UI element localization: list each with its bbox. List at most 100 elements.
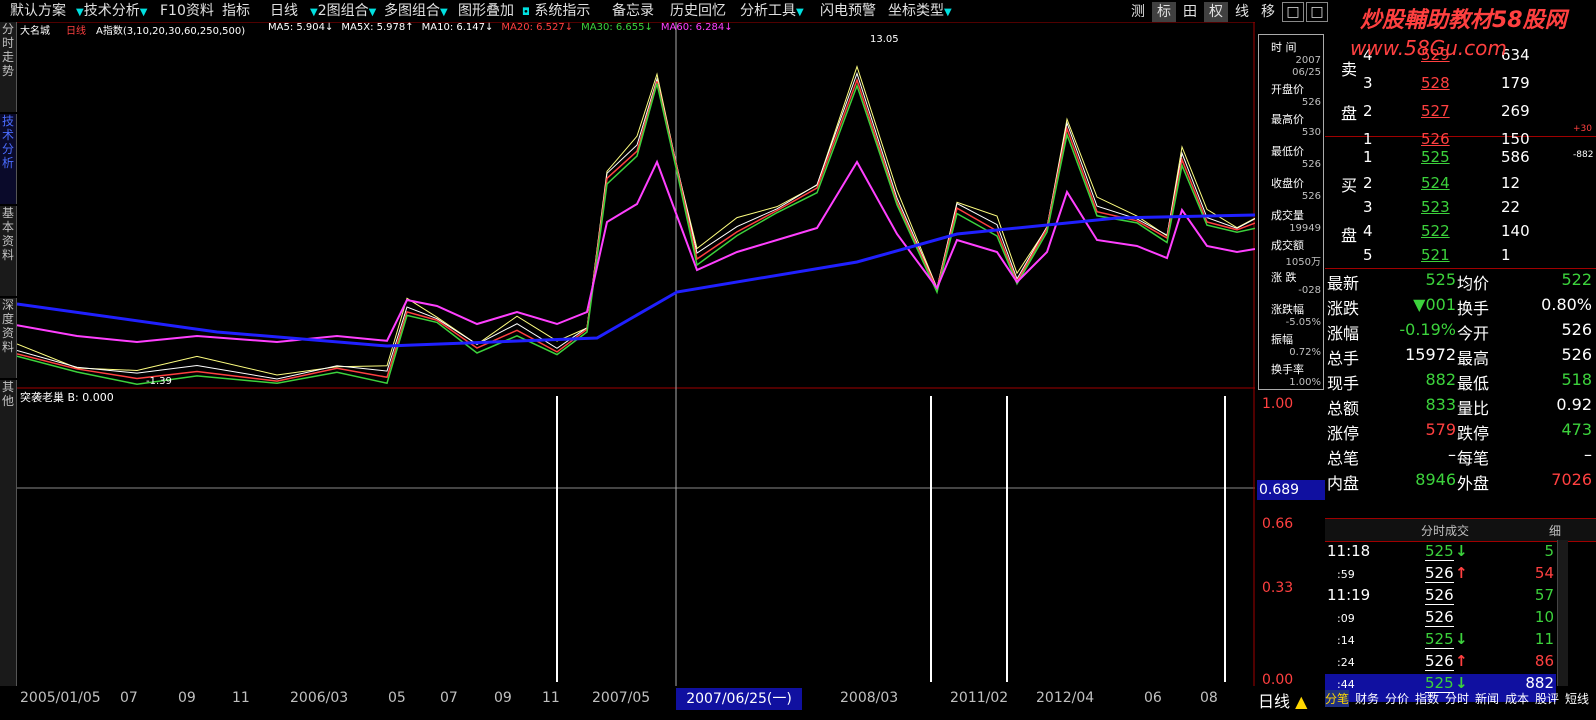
info-value: 526 bbox=[1301, 159, 1321, 170]
price-chart[interactable] bbox=[17, 22, 1255, 686]
date-tick: 05 bbox=[388, 690, 406, 706]
stat-value: 882 bbox=[1425, 370, 1456, 389]
stat-label: 今开 bbox=[1457, 324, 1490, 343]
bottom-tab[interactable]: 分笔 bbox=[1325, 690, 1350, 707]
sell-level: 3 bbox=[1363, 74, 1373, 92]
minimize-icon[interactable]: □ bbox=[1282, 2, 1304, 22]
toolbar-coordinate[interactable]: 坐标类型▼ bbox=[888, 0, 952, 22]
toolbar-alert[interactable]: 闪电预警 bbox=[820, 0, 876, 22]
buy-level: 5 bbox=[1363, 246, 1373, 264]
stat-value: – bbox=[1584, 445, 1592, 464]
tab-basic[interactable]: 基本资料 bbox=[0, 206, 17, 296]
info-value: 530 bbox=[1301, 127, 1321, 138]
grid-button[interactable]: 田 bbox=[1178, 2, 1202, 22]
info-label: 涨 跌 bbox=[1271, 271, 1297, 284]
toolbar-2chart[interactable]: ▼2图组合▼ bbox=[310, 0, 376, 22]
bottom-tab[interactable]: 短线 bbox=[1565, 690, 1589, 707]
buy-row[interactable]: 5 521 1 bbox=[1325, 246, 1596, 273]
period-label: 日线 bbox=[66, 26, 86, 37]
toolbar-overlay[interactable]: 图形叠加 bbox=[458, 0, 514, 22]
brand-url: www.58Gu.com bbox=[1350, 36, 1507, 60]
line-button[interactable]: 线 bbox=[1230, 2, 1254, 22]
stock-name: 大名城 bbox=[20, 26, 50, 37]
info-value: 1050万 bbox=[1285, 257, 1321, 268]
tab-depth[interactable]: 深度资料 bbox=[0, 298, 17, 378]
info-value: 1.00% bbox=[1289, 377, 1321, 388]
tick-vol: 5 bbox=[1544, 542, 1554, 560]
toolbar-indicator[interactable]: 指标 bbox=[222, 0, 250, 22]
stat-value: ▼001 bbox=[1413, 295, 1456, 314]
stat-label: 跌停 bbox=[1457, 424, 1490, 443]
indicator-spikes bbox=[556, 396, 1226, 682]
toolbar-multichart[interactable]: 多图组合▼ bbox=[384, 0, 448, 22]
tab-other[interactable]: 其他 bbox=[0, 380, 17, 686]
info-panel: 时 间 2007 06/25 开盘价 526 最高价 530 最低价 526 收盘价 526 成交量 1… bbox=[1258, 34, 1324, 390]
toolbar-default-scheme[interactable]: 默认方案 bbox=[10, 0, 66, 22]
info-value: 0.72% bbox=[1289, 347, 1321, 358]
info-label: 涨跌幅 bbox=[1271, 303, 1304, 316]
buy-row[interactable]: 1 525 586 bbox=[1325, 148, 1596, 175]
bottom-tab[interactable]: 分时 bbox=[1445, 690, 1469, 707]
buy-row[interactable]: 2 524 12 bbox=[1325, 174, 1596, 201]
tick-vol: 54 bbox=[1534, 564, 1554, 582]
buy-row[interactable]: 4 522 140 bbox=[1325, 222, 1596, 249]
info-label: 收盘价 bbox=[1271, 177, 1304, 190]
stat-label: 量比 bbox=[1457, 399, 1490, 418]
buy-price: 525 bbox=[1421, 148, 1450, 166]
sell-vol: 269 bbox=[1501, 102, 1530, 120]
ma-legend-item: MA30: 6.655↓ bbox=[581, 22, 653, 33]
toolbar-tech-analysis[interactable]: ▼技术分析▼ bbox=[76, 0, 147, 22]
tab-technical[interactable]: 技术分析 bbox=[0, 114, 17, 204]
period-switch[interactable]: 日线 ▲ bbox=[1258, 688, 1307, 712]
rights-button[interactable]: 权 bbox=[1204, 2, 1228, 22]
toolbar-f10[interactable]: F10资料 bbox=[160, 0, 214, 22]
y-label-0: 0.00 bbox=[1262, 672, 1294, 688]
toolbar-history[interactable]: 历史回忆 bbox=[670, 0, 726, 22]
stat-label: 总手 bbox=[1327, 349, 1360, 368]
info-label: 开盘价 bbox=[1271, 83, 1304, 96]
info-value: 2007 bbox=[1295, 55, 1321, 66]
ticks-detail[interactable]: 细 bbox=[1549, 522, 1561, 539]
mark-button[interactable]: 标 bbox=[1152, 2, 1176, 22]
sell-row[interactable]: 2 527 269 bbox=[1325, 102, 1596, 129]
buy-price: 522 bbox=[1421, 222, 1450, 240]
bottom-tab[interactable]: 分价 bbox=[1385, 690, 1409, 707]
bottom-tab[interactable]: 成本 bbox=[1505, 690, 1529, 707]
measure-button[interactable]: 测 bbox=[1126, 2, 1150, 22]
stat-label: 最低 bbox=[1457, 374, 1490, 393]
bottom-tab[interactable]: 财务 bbox=[1355, 690, 1379, 707]
indicator-label: A指数(3,10,20,30,60,250,500) bbox=[96, 26, 246, 37]
bottom-tab[interactable]: 股评 bbox=[1535, 690, 1559, 707]
stat-value: 15972 bbox=[1405, 345, 1456, 364]
sell-vol: 179 bbox=[1501, 74, 1530, 92]
ticks-scrollbar[interactable] bbox=[1557, 540, 1568, 686]
buy-row[interactable]: 3 523 22 bbox=[1325, 198, 1596, 225]
stat-label: 总笔 bbox=[1327, 449, 1360, 468]
bottom-tab[interactable]: 新闻 bbox=[1475, 690, 1499, 707]
sell-row[interactable]: 3 528 179 bbox=[1325, 74, 1596, 101]
tab-intraday[interactable]: 分时走势 bbox=[0, 22, 17, 112]
date-tick: 06 bbox=[1144, 690, 1162, 706]
buy-level: 3 bbox=[1363, 198, 1373, 216]
stat-label: 最新 bbox=[1327, 274, 1360, 293]
date-tick: 08 bbox=[1200, 690, 1218, 706]
date-tick: 09 bbox=[178, 690, 196, 706]
info-value: -028 bbox=[1298, 285, 1321, 296]
buy-level: 2 bbox=[1363, 174, 1373, 192]
date-tick: 2006/03 bbox=[290, 690, 349, 706]
toolbar-system[interactable]: ◘ 系统指示 bbox=[522, 0, 590, 22]
buy-price: 521 bbox=[1421, 246, 1450, 264]
move-button[interactable]: 移 bbox=[1256, 2, 1280, 22]
stat-label: 现手 bbox=[1327, 374, 1360, 393]
stat-value: 473 bbox=[1561, 420, 1592, 439]
bottom-tab[interactable]: 指数 bbox=[1415, 690, 1439, 707]
toolbar-daily[interactable]: 日线 bbox=[270, 0, 298, 22]
quote-panel: 卖 盘 买 盘 +30 -882 4 529 634 3 528 179 2 527… bbox=[1325, 0, 1596, 720]
toolbar-tools[interactable]: 分析工具▼ bbox=[740, 0, 804, 22]
toolbar-memo[interactable]: 备忘录 bbox=[612, 0, 654, 22]
tick-dir-icon: ↓ bbox=[1455, 542, 1468, 560]
stat-label: 涨幅 bbox=[1327, 324, 1360, 343]
stat-value: – bbox=[1448, 445, 1456, 464]
ma-legend-item: MA5: 5.904↓ bbox=[268, 22, 334, 33]
ma-legend-item: MA20: 6.527↓ bbox=[501, 22, 574, 33]
